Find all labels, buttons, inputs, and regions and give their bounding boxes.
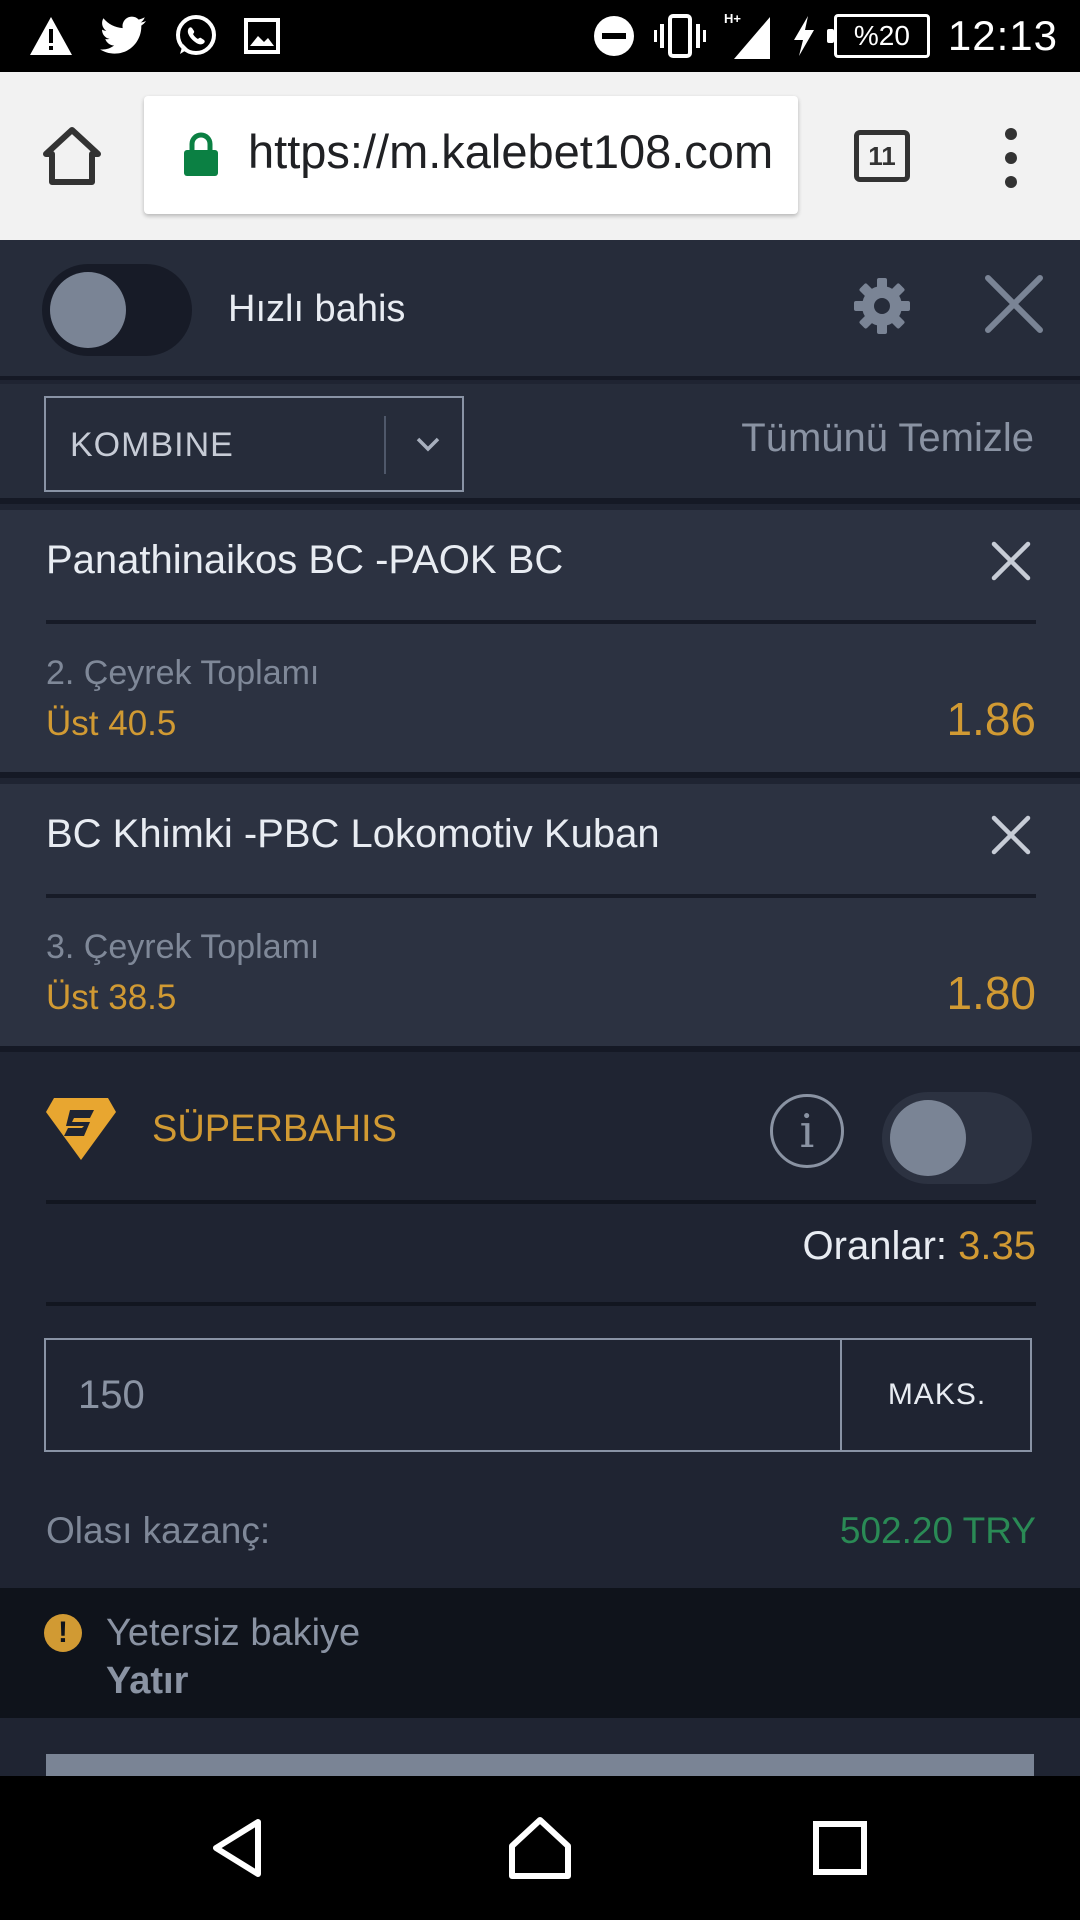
alert-message: Yetersiz bakiye	[106, 1612, 361, 1654]
superbet-label: SÜPERBAHIS	[152, 1108, 397, 1150]
clear-all-button[interactable]: Tümünü Temizle	[741, 416, 1034, 461]
event-title: Panathinaikos BC -PAOK BC	[46, 538, 564, 582]
alert-icon: !	[44, 1614, 82, 1652]
market-name: 2. Çeyrek Toplamı	[46, 654, 320, 692]
system-navigation-bar	[0, 1776, 1080, 1920]
battery-indicator: %20	[826, 14, 930, 58]
status-bar: H+ %20 12:13	[0, 0, 1080, 72]
quick-bet-toggle[interactable]	[42, 264, 192, 356]
dropdown-divider	[384, 416, 386, 474]
twitter-icon	[100, 16, 146, 54]
vibrate-icon	[653, 14, 706, 58]
event-title: BC Khimki -PBC Lokomotiv Kuban	[46, 812, 660, 856]
insufficient-balance-alert: ! Yetersiz bakiye Yatır	[0, 1588, 1080, 1718]
stake-input[interactable]	[46, 1340, 840, 1450]
home-nav-icon[interactable]	[508, 1816, 572, 1880]
url-text[interactable]: https://m.kalebet108.com	[248, 124, 788, 179]
divider	[46, 620, 1036, 624]
quick-bet-label: Hızlı bahis	[228, 288, 406, 330]
selection-name: Üst 38.5	[46, 978, 177, 1017]
divider	[46, 894, 1036, 898]
back-icon[interactable]	[208, 1816, 272, 1880]
total-odds: Oranlar: 3.35	[803, 1224, 1036, 1269]
recents-icon[interactable]	[808, 1816, 872, 1880]
image-icon	[244, 18, 280, 54]
signal-icon: H+	[724, 11, 770, 59]
selection-name: Üst 40.5	[46, 704, 177, 743]
bet-selection-card: Panathinaikos BC -PAOK BC 2. Çeyrek Topl…	[0, 510, 1080, 778]
bet-type-row: KOMBINE Tümünü Temizle	[0, 384, 1080, 504]
gear-icon[interactable]	[852, 276, 912, 336]
divider	[46, 1302, 1036, 1306]
selection-odds: 1.80	[946, 967, 1036, 1019]
clock: 12:13	[947, 12, 1058, 59]
overflow-menu-icon[interactable]	[996, 128, 1026, 188]
stake-field: MAKS.	[44, 1338, 1032, 1452]
browser-toolbar: https://m.kalebet108.com 11	[0, 72, 1080, 240]
system-status: H+ %20 12:13	[592, 8, 1058, 64]
remove-selection-icon[interactable]	[990, 540, 1032, 582]
max-stake-button[interactable]: MAKS.	[840, 1340, 1032, 1450]
address-bar[interactable]: https://m.kalebet108.com	[144, 96, 798, 214]
home-icon[interactable]	[40, 124, 104, 188]
possible-win-label: Olası kazanç:	[46, 1510, 271, 1551]
charging-icon	[793, 16, 814, 56]
tab-switcher-button[interactable]: 11	[854, 130, 910, 182]
battery-level: %20	[853, 20, 910, 51]
info-icon[interactable]: i	[770, 1094, 844, 1168]
chevron-down-icon	[416, 437, 440, 452]
place-bet-button[interactable]	[46, 1754, 1034, 1776]
whatsapp-icon	[176, 15, 216, 55]
deposit-link[interactable]: Yatır	[106, 1660, 188, 1703]
market-name: 3. Çeyrek Toplamı	[46, 928, 320, 966]
close-icon[interactable]	[982, 272, 1046, 336]
remove-selection-icon[interactable]	[990, 814, 1032, 856]
bet-type-value: KOMBINE	[70, 426, 234, 464]
superbet-toggle[interactable]	[882, 1092, 1032, 1184]
total-odds-label: Oranlar:	[802, 1224, 948, 1268]
warning-icon	[30, 17, 72, 55]
bet-slip-panel: Hızlı bahis KOMBINE Tümünü Temizle Panat…	[0, 240, 1080, 1776]
divider	[46, 1200, 1036, 1204]
bet-slip-header: Hızlı bahis	[0, 240, 1080, 380]
total-odds-value: 3.35	[958, 1224, 1036, 1268]
lock-icon	[184, 132, 218, 176]
svg-text:H+: H+	[724, 11, 741, 26]
possible-win-value: 502.20 TRY	[839, 1510, 1036, 1551]
do-not-disturb-icon	[593, 16, 634, 56]
notification-icons	[28, 12, 280, 60]
superbet-logo-icon	[46, 1098, 116, 1160]
bet-type-dropdown[interactable]: KOMBINE	[44, 396, 464, 492]
bet-selection-card: BC Khimki -PBC Lokomotiv Kuban 3. Çeyrek…	[0, 784, 1080, 1052]
superbet-row: SÜPERBAHIS i	[0, 1058, 1080, 1208]
selection-odds: 1.86	[946, 693, 1036, 745]
